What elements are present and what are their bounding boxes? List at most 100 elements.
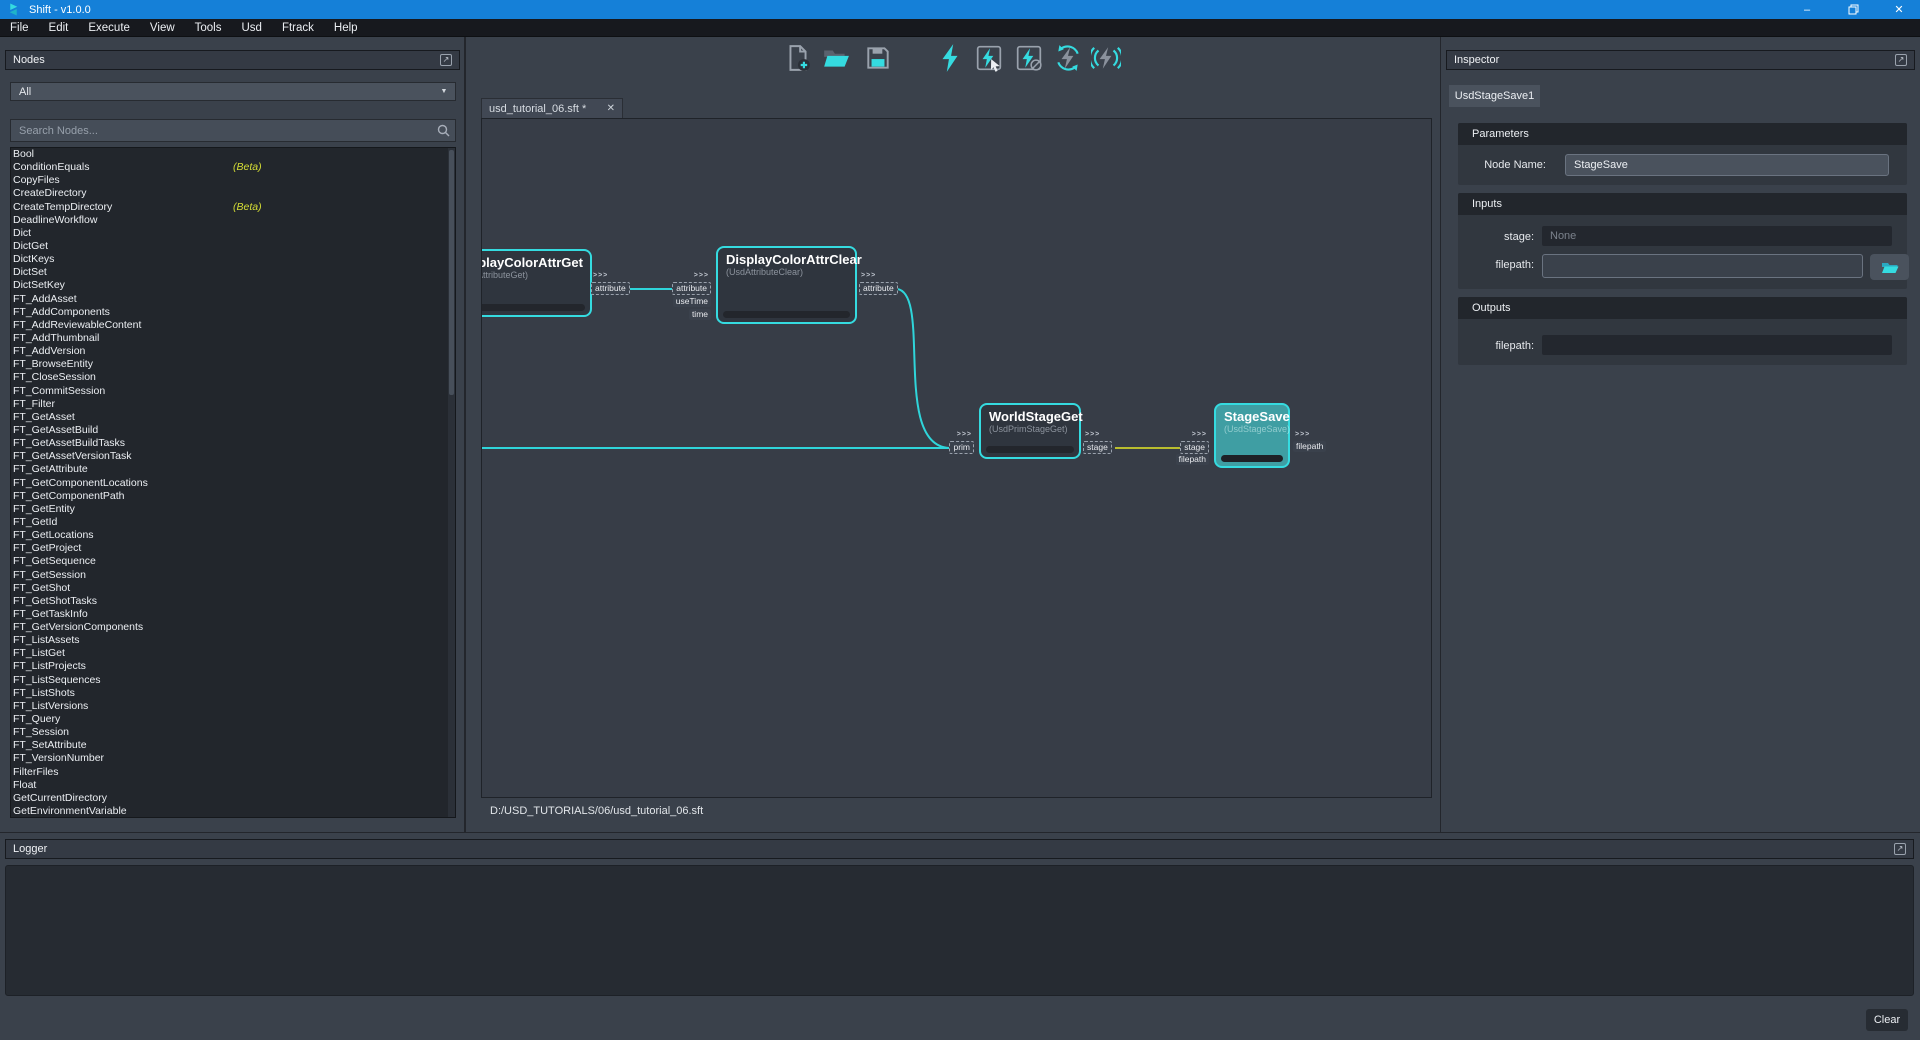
close-button[interactable]: ✕ xyxy=(1890,2,1908,18)
menu-execute[interactable]: Execute xyxy=(78,22,140,34)
node-displaycolorattrget[interactable]: DisplayColorAttrGet (UsdAttributeGet) xyxy=(481,249,592,317)
open-file-button[interactable] xyxy=(821,43,851,73)
execute-selected-button[interactable] xyxy=(974,43,1004,73)
list-item[interactable]: FT_GetAsset xyxy=(11,411,455,424)
menu-view[interactable]: View xyxy=(140,22,185,34)
menu-edit[interactable]: Edit xyxy=(39,22,79,34)
scrollbar-thumb[interactable] xyxy=(449,150,454,395)
list-item[interactable]: DictSetKey xyxy=(11,279,455,292)
port-out-attribute[interactable]: attribute xyxy=(859,282,898,295)
port-in-usetime[interactable]: useTime xyxy=(673,296,711,307)
list-item[interactable]: FT_GetAssetBuildTasks xyxy=(11,437,455,450)
list-item[interactable]: GetCurrentDirectory xyxy=(11,792,455,805)
list-item[interactable]: FT_CloseSession xyxy=(11,371,455,384)
new-file-button[interactable] xyxy=(783,43,813,73)
list-item[interactable]: FT_GetTaskInfo xyxy=(11,608,455,621)
list-item[interactable]: FT_GetAssetBuild xyxy=(11,424,455,437)
list-item[interactable]: FT_GetId xyxy=(11,516,455,529)
port-in-time[interactable]: time xyxy=(689,309,711,320)
list-item[interactable]: FT_AddThumbnail xyxy=(11,332,455,345)
menu-help[interactable]: Help xyxy=(324,22,368,34)
execute-stop-button[interactable] xyxy=(1014,43,1044,73)
list-item[interactable]: FT_GetVersionComponents xyxy=(11,621,455,634)
list-item[interactable]: FT_ListVersions xyxy=(11,700,455,713)
list-item[interactable]: FT_GetLocations xyxy=(11,529,455,542)
list-item[interactable]: Float xyxy=(11,779,455,792)
document-tab[interactable]: usd_tutorial_06.sft * ✕ xyxy=(481,98,623,118)
list-item[interactable]: FilterFiles xyxy=(11,766,455,779)
filepath-input[interactable] xyxy=(1542,254,1863,278)
browse-filepath-button[interactable] xyxy=(1870,254,1909,280)
list-item[interactable]: Dict xyxy=(11,227,455,240)
list-item[interactable]: FT_GetSession xyxy=(11,569,455,582)
list-item[interactable]: FT_GetComponentLocations xyxy=(11,477,455,490)
node-stagesave[interactable]: StageSave (UsdStageSave) xyxy=(1214,403,1290,468)
list-item[interactable]: FT_BrowseEntity xyxy=(11,358,455,371)
port-in-attribute[interactable]: attribute xyxy=(672,282,711,295)
search-input[interactable] xyxy=(11,125,431,137)
list-item[interactable]: FT_GetSequence xyxy=(11,555,455,568)
tab-close-icon[interactable]: ✕ xyxy=(607,103,615,114)
list-item[interactable]: FT_GetShot xyxy=(11,582,455,595)
clear-log-button[interactable]: Clear xyxy=(1866,1009,1908,1031)
list-item[interactable]: FT_AddVersion xyxy=(11,345,455,358)
list-item[interactable]: FT_VersionNumber xyxy=(11,752,455,765)
list-item[interactable]: FT_Session xyxy=(11,726,455,739)
list-item[interactable]: DictKeys xyxy=(11,253,455,266)
execute-loop-button[interactable] xyxy=(1053,43,1083,73)
list-item[interactable]: FT_ListSequences xyxy=(11,674,455,687)
list-item[interactable]: FT_ListProjects xyxy=(11,660,455,673)
list-item[interactable]: GetEnvironmentVariable xyxy=(11,805,455,818)
undock-icon[interactable]: ↗ xyxy=(1894,843,1906,855)
save-file-button[interactable] xyxy=(863,43,893,73)
list-item[interactable]: DeadlineWorkflow xyxy=(11,214,455,227)
node-filter-dropdown[interactable]: All ▼ xyxy=(10,82,456,101)
port-out-filepath[interactable]: filepath xyxy=(1293,441,1326,452)
list-item[interactable]: CreateDirectory xyxy=(11,187,455,200)
minimize-button[interactable]: – xyxy=(1798,2,1816,18)
list-item[interactable]: FT_GetComponentPath xyxy=(11,490,455,503)
undock-icon[interactable]: ↗ xyxy=(1895,54,1907,66)
execute-button[interactable] xyxy=(939,43,961,73)
list-item[interactable]: FT_ListShots xyxy=(11,687,455,700)
list-item[interactable]: FT_CommitSession xyxy=(11,385,455,398)
menu-tools[interactable]: Tools xyxy=(185,22,232,34)
list-item[interactable]: CreateTempDirectory(Beta) xyxy=(11,201,455,214)
list-item[interactable]: DictGet xyxy=(11,240,455,253)
menu-file[interactable]: File xyxy=(0,22,39,34)
port-in-filepath[interactable]: filepath xyxy=(1176,454,1209,465)
list-item[interactable]: FT_AddComponents xyxy=(11,306,455,319)
port-out-attribute[interactable]: attribute xyxy=(591,282,630,295)
node-worldstageget[interactable]: WorldStageGet (UsdPrimStageGet) xyxy=(979,403,1081,459)
node-name-input[interactable] xyxy=(1565,154,1889,176)
list-item[interactable]: CopyFiles xyxy=(11,174,455,187)
list-item[interactable]: FT_AddAsset xyxy=(11,293,455,306)
list-item[interactable]: FT_AddReviewableContent xyxy=(11,319,455,332)
list-item[interactable]: DictSet xyxy=(11,266,455,279)
menu-usd[interactable]: Usd xyxy=(232,22,272,34)
list-item[interactable]: FT_GetAssetVersionTask xyxy=(11,450,455,463)
list-scrollbar[interactable] xyxy=(448,148,455,817)
port-in-prim[interactable]: prim xyxy=(949,441,974,454)
node-list[interactable]: BoolConditionEquals(Beta)CopyFilesCreate… xyxy=(10,147,456,818)
node-displaycolorattrclear[interactable]: DisplayColorAttrClear (UsdAttributeClear… xyxy=(716,246,857,324)
list-item[interactable]: FT_Filter xyxy=(11,398,455,411)
port-in-stage[interactable]: stage xyxy=(1180,441,1209,454)
list-item[interactable]: FT_SetAttribute xyxy=(11,739,455,752)
undock-icon[interactable]: ↗ xyxy=(440,54,452,66)
wire-attrclear-to-prim[interactable] xyxy=(897,289,949,448)
node-graph-canvas[interactable]: DisplayColorAttrGet (UsdAttributeGet) >>… xyxy=(481,118,1432,798)
execute-live-button[interactable] xyxy=(1091,43,1121,73)
list-item[interactable]: FT_GetShotTasks xyxy=(11,595,455,608)
list-item[interactable]: FT_GetAttribute xyxy=(11,463,455,476)
restore-button[interactable] xyxy=(1844,2,1862,18)
list-item[interactable]: FT_ListGet xyxy=(11,647,455,660)
list-item[interactable]: FT_ListAssets xyxy=(11,634,455,647)
list-item[interactable]: Bool xyxy=(11,148,455,161)
list-item[interactable]: FT_GetEntity xyxy=(11,503,455,516)
inspected-node-tab[interactable]: UsdStageSave1 xyxy=(1449,85,1540,107)
logger-output[interactable] xyxy=(5,865,1914,996)
list-item[interactable]: FT_GetProject xyxy=(11,542,455,555)
list-item[interactable]: ConditionEquals(Beta) xyxy=(11,161,455,174)
list-item[interactable]: FT_Query xyxy=(11,713,455,726)
